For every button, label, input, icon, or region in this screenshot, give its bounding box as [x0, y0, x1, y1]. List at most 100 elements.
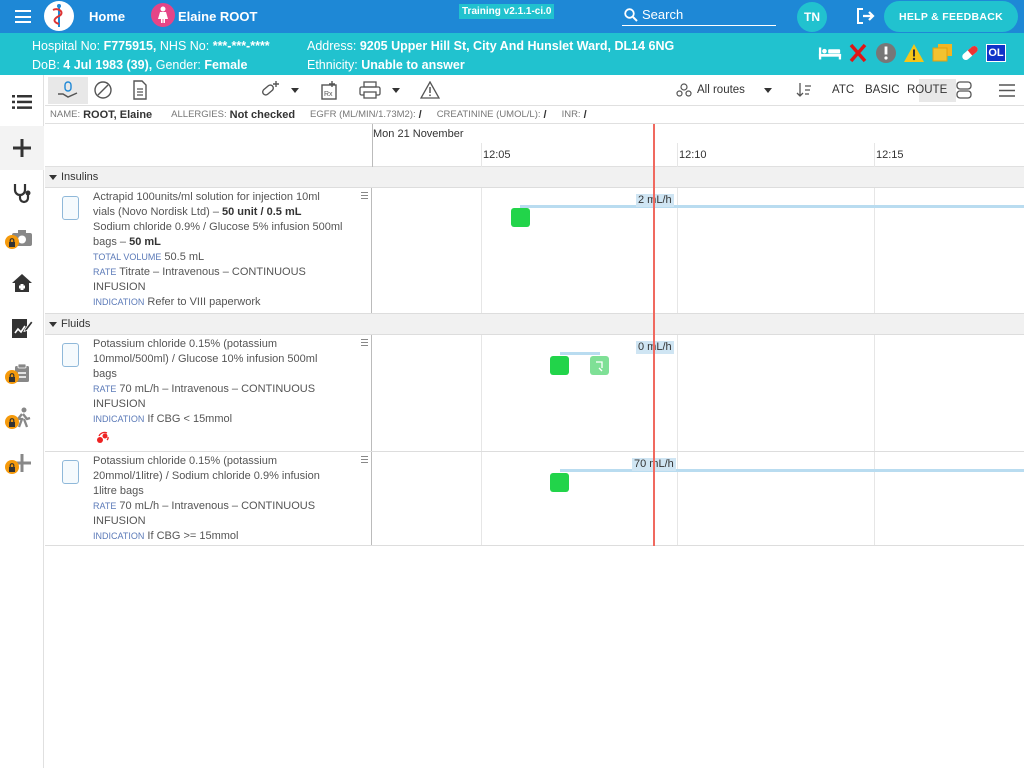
- inr-label: INR:: [561, 109, 581, 120]
- alert-icon[interactable]: [874, 42, 898, 64]
- administration-marker[interactable]: [550, 356, 569, 375]
- section-title: Fluids: [61, 318, 91, 330]
- menu-icon[interactable]: [12, 8, 34, 25]
- time-label: 12:05: [483, 149, 511, 161]
- warning-icon[interactable]: [902, 42, 926, 64]
- field-label: RATE: [93, 384, 117, 394]
- document-icon[interactable]: [132, 80, 148, 100]
- field-label: INDICATION: [93, 531, 145, 541]
- hand-pill-icon: [58, 81, 78, 98]
- rx-icon[interactable]: Rx: [320, 80, 340, 100]
- search-box[interactable]: Search: [622, 4, 776, 26]
- infusion-bar[interactable]: [520, 205, 1024, 208]
- section-header-insulins[interactable]: Insulins: [45, 167, 1024, 188]
- ethnicity-label: Ethnicity:: [307, 58, 358, 72]
- medication-row[interactable]: Actrapid 100units/ml solution for inject…: [45, 188, 1024, 314]
- field-label: RATE: [93, 501, 117, 511]
- allergies-label: ALLERGIES:: [171, 109, 227, 120]
- svg-text:Rx: Rx: [324, 91, 333, 98]
- row-menu-icon[interactable]: [361, 339, 368, 346]
- creatinine-label: CREATININE (UMOL/L):: [436, 109, 541, 120]
- ol-badge[interactable]: OL: [986, 44, 1006, 62]
- patient-info-bar: NAME: ROOT, Elaine ALLERGIES: Not checke…: [45, 106, 1024, 124]
- field-label: TOTAL VOLUME: [93, 252, 162, 262]
- lock-icon: [5, 370, 19, 384]
- hospital-no-label: Hospital No:: [32, 39, 101, 53]
- stop-arrow-icon: [596, 361, 603, 372]
- allergies-value[interactable]: Not checked: [230, 109, 295, 121]
- medication-row[interactable]: Potassium chloride 0.15% (potassium 20mm…: [45, 452, 1024, 546]
- logout-icon[interactable]: [856, 8, 876, 29]
- collapse-icon[interactable]: [49, 321, 57, 327]
- edit-chart-icon[interactable]: [0, 306, 44, 350]
- route-view-button[interactable]: ROUTE: [907, 84, 947, 96]
- warning-outline-icon[interactable]: [420, 81, 440, 99]
- medication-details[interactable]: Potassium chloride 0.15% (potassium 10mm…: [45, 335, 372, 451]
- infusion-bar[interactable]: [560, 352, 600, 355]
- infusion-bag-icon: [62, 196, 79, 220]
- med-dose: 50 unit / 0.5 mL: [222, 206, 302, 218]
- user-avatar[interactable]: TN: [797, 2, 827, 32]
- med-dose: 50 mL: [129, 236, 161, 248]
- medication-icon[interactable]: [958, 42, 982, 64]
- stethoscope-icon[interactable]: [0, 171, 44, 215]
- routes-select[interactable]: All routes: [697, 84, 745, 96]
- row-menu-icon[interactable]: [361, 192, 368, 199]
- row-menu-icon[interactable]: [361, 456, 368, 463]
- bed-icon[interactable]: [818, 42, 842, 64]
- indication: If CBG < 15mmol: [147, 413, 233, 425]
- medication-details[interactable]: Potassium chloride 0.15% (potassium 20mm…: [45, 452, 372, 545]
- egfr-value: /: [418, 108, 422, 121]
- stop-marker[interactable]: [590, 356, 609, 375]
- section-title: Insulins: [61, 171, 99, 183]
- name-value: ROOT, Elaine: [83, 108, 153, 121]
- gender: Female: [204, 58, 248, 72]
- home-icon[interactable]: [0, 261, 44, 305]
- female-patient-icon: [151, 3, 175, 27]
- inr-value: /: [583, 108, 587, 121]
- rate: 70 mL/h – Intravenous – CONTINUOUS INFUS…: [93, 500, 316, 527]
- administration-marker[interactable]: [550, 473, 569, 492]
- sort-icon[interactable]: [796, 82, 812, 98]
- split-view-icon[interactable]: [956, 81, 972, 99]
- training-badge: Training v2.1.1-ci.0: [459, 4, 555, 19]
- home-link[interactable]: Home: [89, 9, 125, 24]
- creatinine-value: /: [543, 108, 547, 121]
- chevron-down-icon[interactable]: [291, 88, 299, 93]
- add-icon[interactable]: [0, 126, 44, 170]
- infusion-bar[interactable]: [560, 469, 1024, 472]
- time-label: 12:10: [679, 149, 707, 161]
- basic-view-button[interactable]: BASIC: [865, 84, 900, 96]
- nhs-no-label: NHS No:: [159, 39, 210, 53]
- field-label: RATE: [93, 267, 117, 277]
- print-icon[interactable]: [359, 81, 381, 99]
- date-label: Mon 21 November: [373, 128, 464, 140]
- close-icon[interactable]: [846, 42, 870, 64]
- chevron-down-icon[interactable]: [764, 88, 772, 93]
- chevron-down-icon[interactable]: [392, 88, 400, 93]
- collapse-icon[interactable]: [49, 174, 57, 180]
- current-time-line: [653, 124, 655, 546]
- medication-row[interactable]: Potassium chloride 0.15% (potassium 10mm…: [45, 335, 1024, 452]
- pill-icon[interactable]: [93, 80, 113, 100]
- search-label: Search: [642, 7, 684, 22]
- name-label: NAME:: [50, 109, 81, 120]
- alert-link-icon[interactable]: [96, 431, 110, 444]
- address: 9205 Upper Hill St, City And Hunslet War…: [359, 39, 675, 53]
- ethnicity: Unable to answer: [361, 58, 465, 72]
- notes-icon[interactable]: [930, 42, 954, 64]
- app-logo[interactable]: [44, 1, 74, 31]
- administration-marker[interactable]: [511, 208, 530, 227]
- indication: Refer to VIII paperwork: [147, 296, 261, 308]
- add-prescription-icon[interactable]: [259, 80, 281, 100]
- patient-name-link[interactable]: Elaine ROOT: [178, 9, 257, 24]
- more-menu-icon[interactable]: [999, 84, 1015, 97]
- medication-details[interactable]: Actrapid 100units/ml solution for inject…: [45, 188, 372, 313]
- rate: 70 mL/h – Intravenous – CONTINUOUS INFUS…: [93, 383, 316, 410]
- section-header-fluids[interactable]: Fluids: [45, 314, 1024, 335]
- gender-label: Gender:: [155, 58, 201, 72]
- atc-view-button[interactable]: ATC: [832, 84, 854, 96]
- help-feedback-button[interactable]: HELP & FEEDBACK: [884, 1, 1018, 32]
- list-icon[interactable]: [0, 80, 44, 124]
- dob: 4 Jul 1983 (39),: [63, 58, 153, 72]
